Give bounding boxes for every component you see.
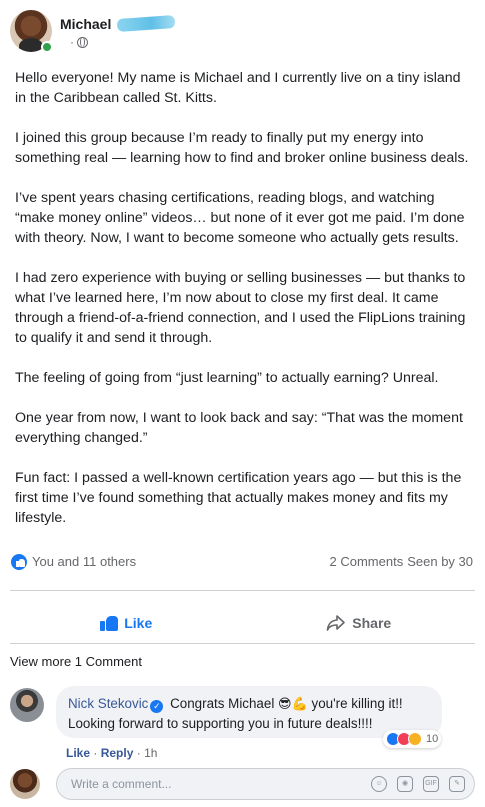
comment-reaction-count: 10 xyxy=(426,733,439,745)
comment-line-1: Nick Stekovic ✓ Congrats Michael 😎💪 you'r… xyxy=(68,694,430,714)
divider xyxy=(10,643,475,644)
commenter-name[interactable]: Nick Stekovic xyxy=(68,696,148,711)
post-paragraph: I joined this group because I’m ready to… xyxy=(15,130,469,166)
composer-avatar xyxy=(10,769,40,799)
post-paragraph: Hello everyone! My name is Michael and I… xyxy=(15,70,461,106)
reactions-bar: You and 11 others 2 Comments Seen by 30 xyxy=(10,553,475,571)
comment-composer: ☺ ◉ GIF ✎ xyxy=(10,768,475,800)
name-redaction-scribble xyxy=(116,14,176,33)
engagement-stats: 2 Comments Seen by 30 xyxy=(330,554,473,569)
comment-like-link[interactable]: Like xyxy=(66,746,90,760)
like-button[interactable]: Like xyxy=(10,608,243,638)
like-reaction-icon[interactable] xyxy=(10,553,28,571)
emoji-icon[interactable]: ☺ xyxy=(371,776,387,792)
commenter-avatar[interactable] xyxy=(10,688,44,722)
post-header: Michael · xyxy=(10,10,480,54)
author-name[interactable]: Michael xyxy=(60,16,111,32)
post-paragraph: One year from now, I want to look back a… xyxy=(15,410,463,446)
online-status-dot xyxy=(41,41,53,53)
like-thumb-icon xyxy=(100,614,119,632)
share-button[interactable]: Share xyxy=(243,608,476,638)
post-paragraph: Fun fact: I passed a well-known certific… xyxy=(15,470,462,526)
comment-text-end: you're killing it!! xyxy=(311,696,403,711)
comment-meta: Like · Reply · 1h xyxy=(66,746,157,760)
reactors-summary[interactable]: You and 11 others xyxy=(32,554,136,569)
sticker-icon[interactable]: ✎ xyxy=(449,776,465,792)
post-meta: · xyxy=(70,35,88,49)
post-paragraph: I had zero experience with buying or sel… xyxy=(15,270,466,346)
post-actions: Like Share xyxy=(10,608,475,638)
comment-time[interactable]: 1h xyxy=(144,746,157,760)
comment-text-start: Congrats Michael xyxy=(170,696,275,711)
seen-count[interactable]: Seen by 30 xyxy=(407,554,473,569)
post-paragraph: I’ve spent years chasing certifications,… xyxy=(15,190,465,246)
meta-separator: · xyxy=(93,746,98,760)
gif-icon[interactable]: GIF xyxy=(423,776,439,792)
camera-icon[interactable]: ◉ xyxy=(397,776,413,792)
share-label: Share xyxy=(352,615,392,631)
comment-reply-link[interactable]: Reply xyxy=(101,746,134,760)
verified-badge-icon: ✓ xyxy=(150,700,164,713)
share-arrow-icon xyxy=(326,615,346,631)
comment-bubble: Nick Stekovic ✓ Congrats Michael 😎💪 you'r… xyxy=(56,686,442,738)
like-label: Like xyxy=(124,615,153,631)
view-more-comments-link[interactable]: View more 1 Comment xyxy=(10,654,142,669)
composer-icons: ☺ ◉ GIF ✎ xyxy=(371,776,465,792)
emoji-icon: 😎💪 xyxy=(278,697,308,712)
post-paragraph: The feeling of going from “just learning… xyxy=(15,370,439,386)
divider xyxy=(10,590,475,591)
post-body: Hello everyone! My name is Michael and I… xyxy=(15,68,475,548)
globe-icon[interactable] xyxy=(77,36,88,48)
haha-reaction-icon xyxy=(408,732,422,746)
comment-line-2: Looking forward to supporting you in fut… xyxy=(68,716,373,731)
comment-reactions[interactable]: 10 xyxy=(383,730,442,748)
meta-separator: · xyxy=(70,35,74,49)
comments-count[interactable]: 2 Comments xyxy=(330,554,404,569)
meta-separator: · xyxy=(136,746,141,760)
